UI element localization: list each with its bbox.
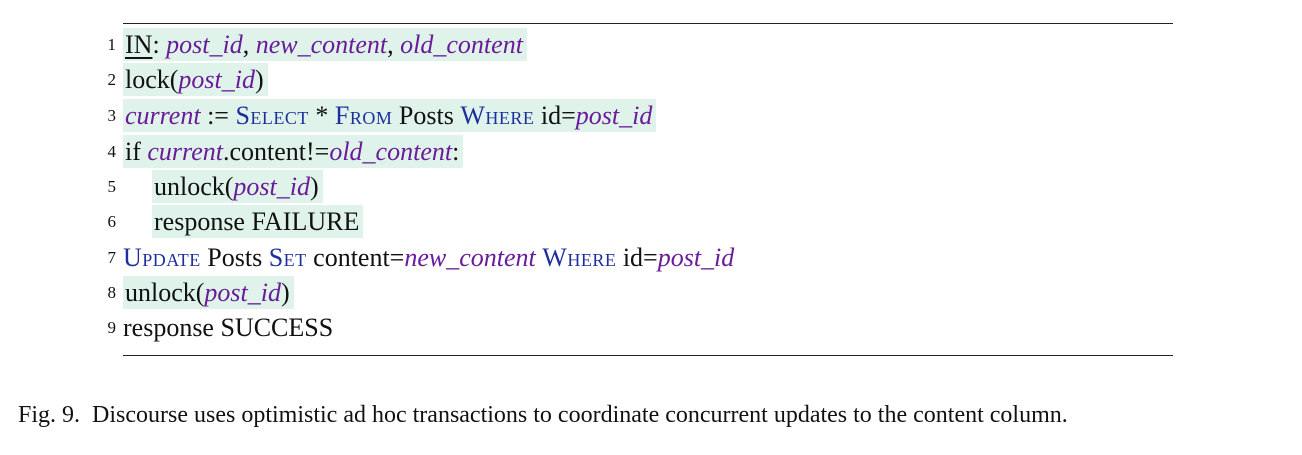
line-number: 7 [107,248,117,267]
code-text: lock(post_id) [123,63,268,96]
line-number: 5 [107,177,117,196]
sql-keyword: Select [235,101,309,130]
code-line-7: 7 Update Posts Set content=new_content W… [0,240,1302,275]
variable: new_content [404,243,536,272]
sql-keyword: Where [460,101,535,130]
sql-keyword: Update [123,243,201,272]
top-rule [123,23,1173,24]
code-line-6: 6 response FAILURE [0,204,1302,239]
variable: old_content [400,30,523,59]
line-number: 9 [107,318,117,337]
line-number: 2 [107,70,117,89]
code-line-3: 3 current := Select * From Posts Where i… [0,98,1302,133]
code-line-4: 4 if current.content!=old_content: [0,134,1302,169]
code-line-8: 8 unlock(post_id) [0,275,1302,310]
code-text: IN: post_id, new_content, old_content [123,28,527,61]
line-number: 3 [107,106,117,125]
input-keyword: IN [125,30,153,59]
caption-text: Discourse uses optimistic ad hoc transac… [92,402,1068,428]
variable: post_id [204,278,281,307]
code-text: current := Select * From Posts Where id=… [123,99,657,132]
sql-keyword: From [334,101,393,130]
variable: post_id [178,65,255,94]
code-text: unlock(post_id) [123,276,294,309]
variable: current [125,101,201,130]
code-text: if current.content!=old_content: [123,135,464,168]
variable: post_id [575,101,653,130]
code-line-2: 2 lock(post_id) [0,62,1302,97]
code-line-5: 5 unlock(post_id) [0,169,1302,204]
sql-keyword: Where [542,243,617,272]
figure-label: Fig. 9. [18,402,81,428]
sql-keyword: Set [268,243,307,272]
code-text: Update Posts Set content=new_content Whe… [123,243,735,272]
variable: new_content [255,30,388,59]
variable: current [147,137,223,166]
line-number: 6 [107,212,117,231]
code-line-1: 1 IN: post_id, new_content, old_content [0,27,1302,62]
figure-caption: Fig. 9. Discourse uses optimistic ad hoc… [18,398,1068,432]
variable: post_id [166,30,243,59]
code-text: response FAILURE [152,205,364,238]
code-text: response SUCCESS [123,313,334,342]
variable: old_content [329,137,453,166]
line-number: 1 [107,35,117,54]
bottom-rule [123,355,1173,356]
variable: post_id [657,243,735,272]
variable: post_id [233,172,310,201]
line-number: 4 [107,142,117,161]
code-text: unlock(post_id) [152,170,323,203]
line-number: 8 [107,283,117,302]
code-line-9: 9 response SUCCESS [0,310,1302,345]
